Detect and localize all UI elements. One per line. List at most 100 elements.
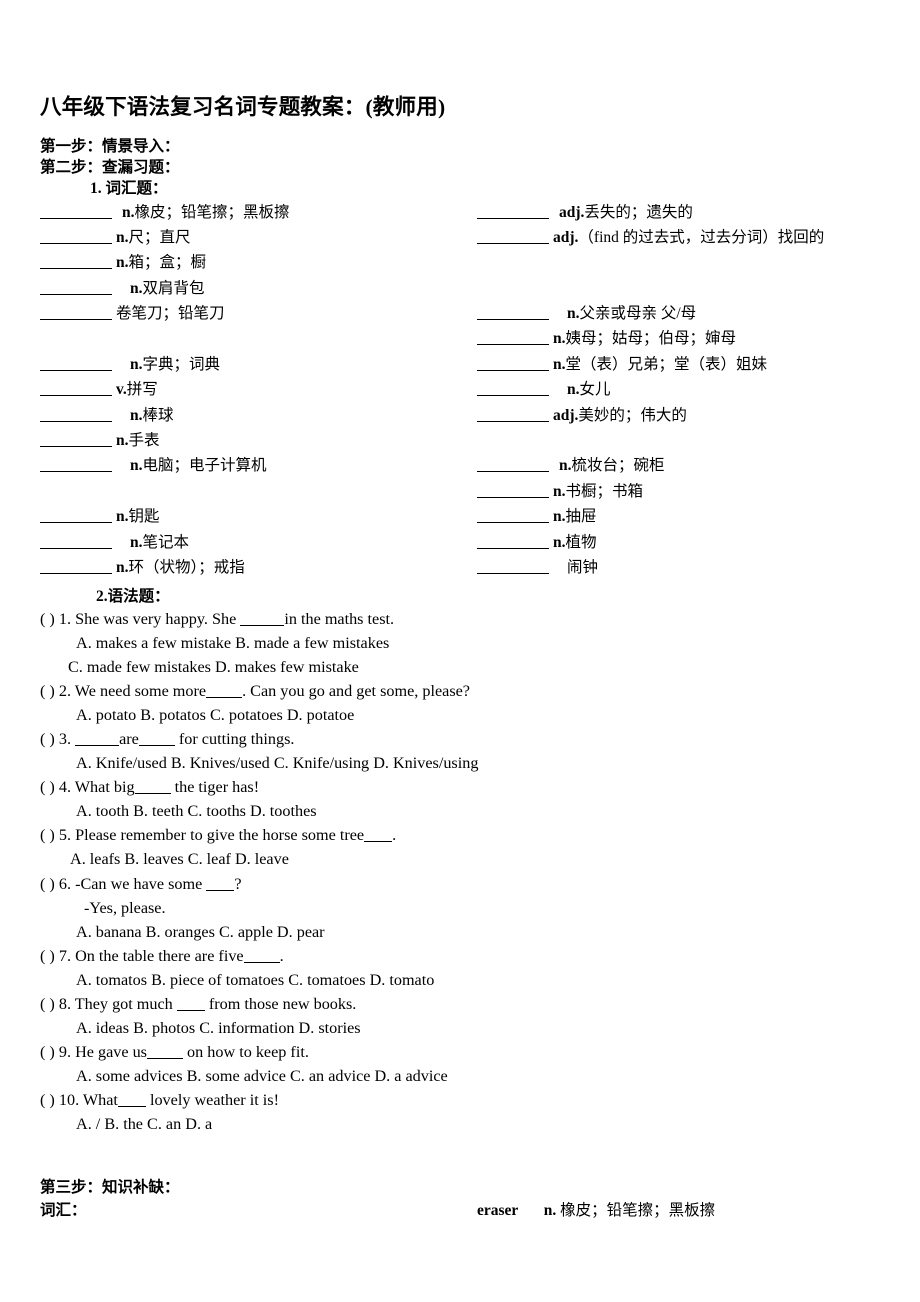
question-options[interactable]: A. banana B. oranges C. apple D. pear — [40, 920, 880, 944]
vocab-meaning: 箱；盒；橱 — [128, 254, 207, 272]
answer-blank[interactable] — [477, 355, 549, 371]
part-of-speech: n. — [559, 457, 572, 475]
answer-blank[interactable] — [40, 355, 112, 371]
answer-blank[interactable] — [40, 380, 112, 397]
answer-blank[interactable] — [477, 482, 549, 498]
answer-blank[interactable] — [75, 731, 120, 746]
vocab-row: n.箱；盒；橱 — [40, 250, 470, 275]
answer-blank[interactable] — [477, 558, 549, 574]
vocabulary-exercise: n.橡皮；铅笔擦；黑板擦 n.尺；直尺 n.箱；盒；橱 n.双肩背包 卷笔刀；铅笔刀 n… — [40, 200, 880, 576]
answer-blank[interactable] — [243, 948, 280, 963]
answer-blank[interactable] — [40, 507, 112, 524]
answer-bracket[interactable]: ( ) — [40, 947, 59, 965]
vocab-row: n.姨母；姑母；伯母；婶母 — [477, 326, 920, 351]
question-text: . Can you go and get some, please? — [242, 681, 470, 700]
answer-blank[interactable] — [40, 456, 112, 473]
answer-blank[interactable] — [40, 431, 112, 448]
vocab-meaning: 植物 — [565, 533, 597, 551]
answer-blank[interactable] — [40, 558, 112, 574]
answer-blank[interactable] — [40, 279, 112, 295]
question-options[interactable]: A. / B. the C. an D. a — [40, 1112, 880, 1136]
document-page: 八年级下语法复习名词专题教案：(教师用) 第一步：情景导入： 第二步：查漏习题：… — [0, 0, 920, 1302]
vocab-meaning: 闹钟 — [567, 558, 599, 576]
answer-blank[interactable] — [477, 533, 549, 549]
part-of-speech: n. — [130, 279, 143, 297]
question-stem: ( ) 7. On the table there are five. — [40, 944, 880, 968]
answer-blank[interactable] — [40, 203, 112, 219]
answer-blank[interactable] — [477, 203, 549, 219]
vocab-row: n.父亲或母亲 父/母 — [477, 301, 920, 326]
question-text: on how to keep fit. — [182, 1043, 309, 1062]
answer-blank[interactable] — [117, 1092, 146, 1108]
part-of-speech: n. — [122, 203, 135, 221]
answer-bracket[interactable]: ( ) — [40, 995, 59, 1013]
answer-blank[interactable] — [40, 228, 112, 244]
question-options[interactable]: A. ideas B. photos C. information D. sto… — [40, 1016, 880, 1040]
vocab-row: n.环（状物）；戒指 — [40, 555, 470, 580]
question-options[interactable]: A. tooth B. teeth C. tooths D. toothes — [40, 799, 880, 823]
question-options[interactable]: A. makes a few mistake B. made a few mis… — [40, 631, 880, 655]
question-stem: ( ) 1. She was very happy. She in the ma… — [40, 607, 880, 631]
question-stem: ( ) 8. They got much from those new book… — [40, 992, 880, 1016]
answer-blank[interactable] — [40, 253, 112, 270]
vocab-column-left: n.橡皮；铅笔擦；黑板擦 n.尺；直尺 n.箱；盒；橱 n.双肩背包 卷笔刀；铅笔刀 n… — [40, 200, 470, 581]
vocab-meaning: 笔记本 — [142, 533, 190, 551]
question-options[interactable]: A. tomatos B. piece of tomatoes C. tomat… — [40, 968, 880, 992]
answer-bracket[interactable]: ( ) — [40, 730, 59, 748]
question-options[interactable]: -Yes, please. — [40, 896, 880, 920]
question-text: 3. — [58, 729, 76, 748]
part-of-speech: n. — [553, 482, 566, 500]
vocab-meaning: 抽屉 — [565, 508, 597, 526]
vocab-label: 词汇： — [40, 1201, 87, 1219]
answer-bracket[interactable]: ( ) — [40, 610, 59, 628]
part-of-speech: adj. — [559, 203, 585, 221]
question-text: 10. What — [58, 1091, 118, 1110]
vocab-meaning: 姨母；姑母；伯母；婶母 — [565, 330, 737, 348]
answer-blank[interactable] — [206, 683, 243, 698]
vocab-row: n.双肩背包 — [40, 276, 470, 301]
vocab-meaning: 双肩背包 — [142, 279, 205, 297]
answer-blank[interactable] — [138, 731, 175, 746]
answer-blank[interactable] — [176, 996, 205, 1011]
answer-bracket[interactable]: ( ) — [40, 875, 59, 893]
vocab-row: n.抽屉 — [477, 504, 920, 529]
part-of-speech: n. — [130, 457, 143, 475]
part-of-speech: n. — [116, 432, 129, 450]
question-options[interactable]: A. potato B. potatos C. potatoes D. pota… — [40, 703, 880, 727]
answer-blank[interactable] — [134, 779, 171, 795]
answer-blank[interactable] — [477, 507, 549, 524]
vocab-meaning: 父亲或母亲 父/母 — [579, 305, 697, 323]
vocab-meaning: 棒球 — [142, 406, 174, 424]
question-options[interactable]: A. Knife/used B. Knives/used C. Knife/us… — [40, 751, 880, 775]
answer-bracket[interactable]: ( ) — [40, 826, 59, 844]
answer-blank[interactable] — [240, 611, 285, 626]
answer-blank[interactable] — [477, 228, 549, 244]
step-one-heading: 第一步：情景导入： — [40, 137, 180, 155]
question-options[interactable]: A. leafs B. leaves C. leaf D. leave — [40, 847, 880, 871]
answer-bracket[interactable]: ( ) — [40, 1043, 59, 1061]
final-vocab-row: 词汇： eraser n. 橡皮；铅笔擦；黑板擦 — [40, 1200, 880, 1222]
answer-blank[interactable] — [40, 406, 112, 422]
answer-blank[interactable] — [477, 406, 549, 422]
answer-blank[interactable] — [477, 456, 549, 473]
answer-blank[interactable] — [40, 533, 112, 549]
answer-bracket[interactable]: ( ) — [40, 682, 59, 700]
question-options[interactable]: A. some advices B. some advice C. an adv… — [40, 1064, 880, 1088]
vocab-row: n.棒球 — [40, 403, 470, 428]
answer-blank[interactable] — [40, 304, 112, 321]
answer-blank[interactable] — [146, 1044, 183, 1060]
answer-blank[interactable] — [477, 304, 549, 321]
answer-blank[interactable] — [477, 329, 549, 346]
answer-blank[interactable] — [206, 876, 235, 891]
answer-bracket[interactable]: ( ) — [40, 778, 59, 796]
vocab-meaning: 书橱；书箱 — [565, 482, 644, 500]
part-of-speech: n. — [130, 406, 143, 424]
answer-blank[interactable] — [364, 827, 393, 843]
final-vocab-word: eraser — [477, 1201, 519, 1219]
vocab-row: 卷笔刀；铅笔刀 — [40, 301, 470, 326]
question-text: for cutting things. — [174, 729, 295, 748]
answer-blank[interactable] — [477, 380, 549, 397]
question-options[interactable]: C. made few mistakes D. makes few mistak… — [40, 655, 880, 679]
question-text: lovely weather it is! — [145, 1091, 279, 1110]
answer-bracket[interactable]: ( ) — [40, 1091, 59, 1109]
